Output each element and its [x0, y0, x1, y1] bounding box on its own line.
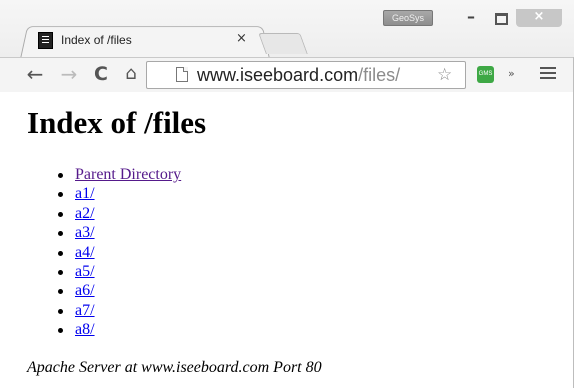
page-favicon-icon	[38, 31, 53, 49]
directory-link-a4[interactable]: a4/	[75, 244, 95, 261]
server-signature: Apache Server at www.iseeboard.com Port …	[27, 359, 322, 376]
new-tab-button[interactable]	[258, 33, 308, 54]
parent-directory-link[interactable]: Parent Directory	[75, 166, 181, 183]
url-host: www.iseeboard.com	[197, 65, 359, 85]
directory-link-a8[interactable]: a8/	[75, 321, 95, 338]
directory-link-a3[interactable]: a3/	[75, 224, 95, 241]
tab-close-icon[interactable]: ×	[236, 30, 247, 48]
reload-button[interactable]: C	[90, 62, 112, 86]
list-item: a2/	[57, 204, 181, 223]
maximize-button[interactable]	[486, 9, 516, 27]
forward-button[interactable]: →	[58, 62, 80, 86]
minimize-button[interactable]: –	[456, 9, 486, 27]
directory-listing: Parent Directory a1/ a2/ a3/ a4/ a5/ a6/…	[57, 165, 181, 340]
home-button[interactable]: ⌂	[120, 62, 142, 86]
directory-link-a2[interactable]: a2/	[75, 205, 95, 222]
menu-icon[interactable]	[540, 67, 556, 69]
list-item: a1/	[57, 184, 181, 203]
page-heading: Index of /files	[27, 105, 207, 140]
url-path: /files/	[358, 65, 401, 85]
browser-toolbar: ← → C ⌂ www.iseeboard.com/files/ ☆ GMS »	[0, 57, 574, 93]
divider	[27, 350, 567, 351]
tab-title: Index of /files	[61, 33, 132, 47]
page-info-icon[interactable]	[176, 67, 188, 82]
list-item: a3/	[57, 223, 181, 242]
list-item: a5/	[57, 262, 181, 281]
title-bar: Index of /files × GeoSys – ×	[0, 0, 574, 59]
page-content: Index of /files Parent Directory a1/ a2/…	[0, 92, 574, 388]
address-bar[interactable]: www.iseeboard.com/files/ ☆	[146, 61, 466, 89]
close-window-button[interactable]: ×	[516, 9, 562, 27]
list-item: a6/	[57, 281, 181, 300]
list-item: a8/	[57, 320, 181, 339]
directory-link-a1[interactable]: a1/	[75, 185, 95, 202]
extension-icon[interactable]: GMS	[477, 66, 494, 83]
directory-link-a5[interactable]: a5/	[75, 263, 95, 280]
list-item: Parent Directory	[57, 165, 181, 184]
bookmark-star-icon[interactable]: ☆	[437, 63, 452, 87]
directory-link-a7[interactable]: a7/	[75, 302, 95, 319]
list-item: a4/	[57, 243, 181, 262]
active-tab-content[interactable]: Index of /files	[38, 30, 132, 50]
maximize-icon	[494, 13, 508, 25]
url-text[interactable]: www.iseeboard.com/files/	[197, 63, 400, 87]
extensions-overflow-icon[interactable]: »	[508, 62, 515, 86]
browser-window: Index of /files × GeoSys – × ← → C ⌂ www…	[0, 0, 574, 388]
list-item: a7/	[57, 301, 181, 320]
profile-badge[interactable]: GeoSys	[383, 10, 433, 26]
back-button[interactable]: ←	[24, 62, 46, 86]
directory-link-a6[interactable]: a6/	[75, 282, 95, 299]
